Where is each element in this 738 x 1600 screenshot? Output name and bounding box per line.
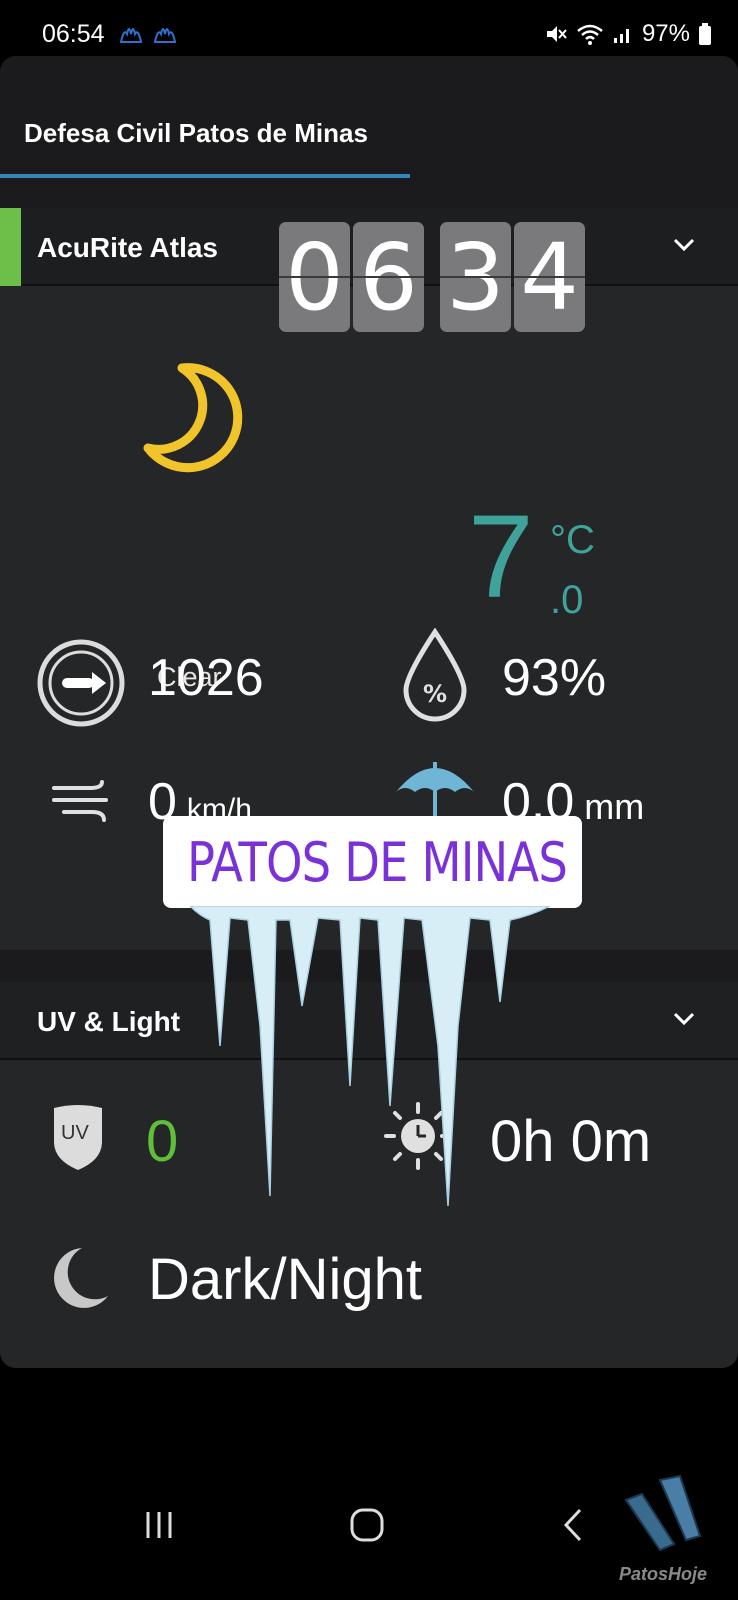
watermark-logo [624, 1474, 702, 1552]
recent-apps-icon[interactable] [142, 1508, 176, 1542]
clock-digit: 4 [514, 222, 585, 332]
tab-indicator [0, 174, 410, 178]
clock-digit: 3 [440, 222, 511, 332]
notification-icon [153, 28, 177, 43]
clock-digit: 6 [353, 222, 424, 332]
watermark-text: PatosHoje [619, 1564, 708, 1584]
temperature-decimal: .0 [550, 578, 584, 622]
battery-percent: 97% [641, 20, 690, 47]
svg-text:%: % [423, 680, 447, 708]
tab-label: Defesa Civil Patos de Minas [24, 118, 368, 148]
icicles-decoration [190, 906, 551, 1207]
clock-digit: 0 [279, 222, 350, 332]
pressure-gauge-icon [37, 639, 125, 727]
rain-unit: mm [584, 786, 645, 827]
app-container: Defesa Civil Patos de Minas AcuRite Atla… [0, 56, 738, 1368]
moon-icon [54, 1248, 108, 1308]
back-icon[interactable] [560, 1506, 584, 1544]
chevron-down-icon[interactable] [672, 1010, 696, 1028]
status-right: 97% [544, 20, 712, 48]
temperature-value: 7 [468, 491, 534, 623]
notification-icon [119, 28, 143, 43]
battery-icon [699, 23, 711, 45]
humidity-drop-icon: % [403, 628, 467, 722]
moon-icon [143, 363, 243, 473]
uv-value: 0 [146, 1109, 179, 1174]
wifi-icon [577, 24, 603, 45]
pressure-value: 1026 [148, 649, 264, 707]
tab-bar: Defesa Civil Patos de Minas [0, 56, 738, 180]
uv-card-title: UV & Light [37, 1006, 181, 1037]
home-icon[interactable] [348, 1506, 386, 1544]
notification-icons [118, 20, 178, 46]
light-state-value: Dark/Night [148, 1247, 422, 1312]
status-time: 06:54 [42, 20, 105, 48]
status-bar: 06:54 97% [0, 0, 738, 56]
wind-icon [52, 780, 108, 822]
station-title: AcuRite Atlas [37, 232, 219, 263]
uv-badge-label: UV [61, 1122, 89, 1144]
signal-icon [613, 29, 629, 43]
location-sticker: PATOS DE MINAS [163, 816, 582, 908]
station-accent-bar [0, 208, 21, 286]
location-text: PATOS DE MINAS [187, 830, 568, 894]
humidity-value: 93% [502, 649, 607, 707]
temperature-unit: °C [550, 518, 595, 562]
mute-icon [546, 26, 567, 42]
chevron-down-icon[interactable] [672, 236, 696, 254]
